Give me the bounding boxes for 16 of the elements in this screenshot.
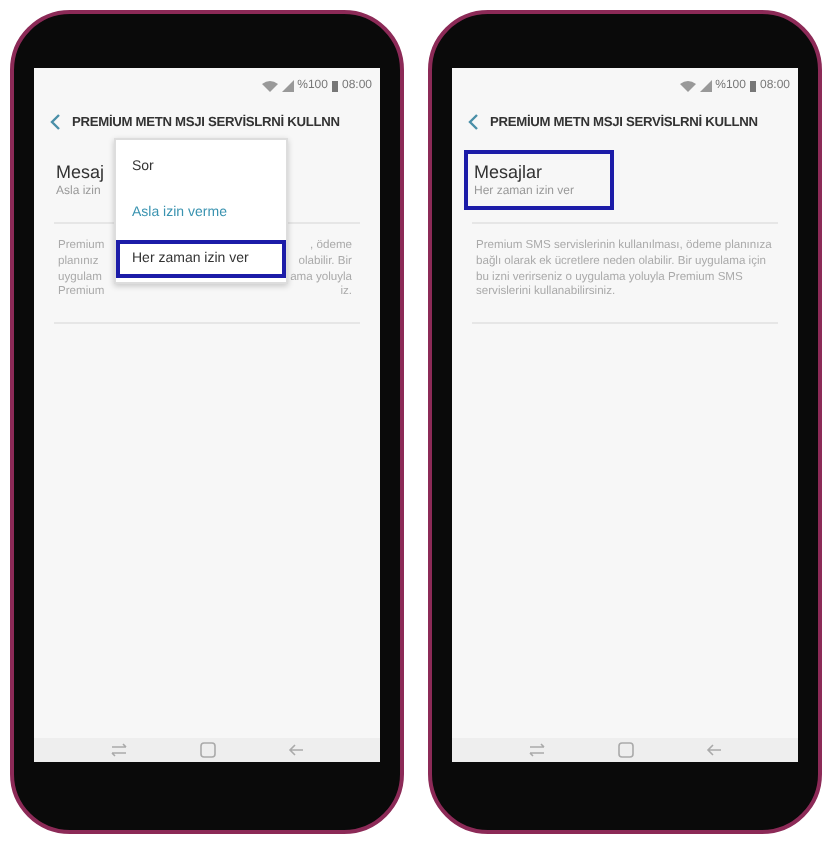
wifi-icon [679, 79, 696, 91]
home-icon[interactable] [200, 742, 216, 758]
back-icon[interactable] [468, 114, 478, 130]
battery-icon [749, 79, 756, 91]
back-icon[interactable] [706, 742, 722, 758]
wifi-icon [261, 79, 278, 91]
setting-title: Mesaj [56, 162, 105, 182]
battery-icon [331, 79, 338, 91]
back-icon[interactable] [288, 742, 304, 758]
setting-title: Mesajlar [474, 162, 545, 182]
recent-apps-icon[interactable] [110, 742, 128, 758]
signal-icon [281, 79, 294, 91]
recent-apps-icon[interactable] [528, 742, 546, 758]
home-icon[interactable] [618, 742, 634, 758]
back-icon[interactable] [50, 114, 60, 130]
signal-icon [699, 79, 712, 91]
